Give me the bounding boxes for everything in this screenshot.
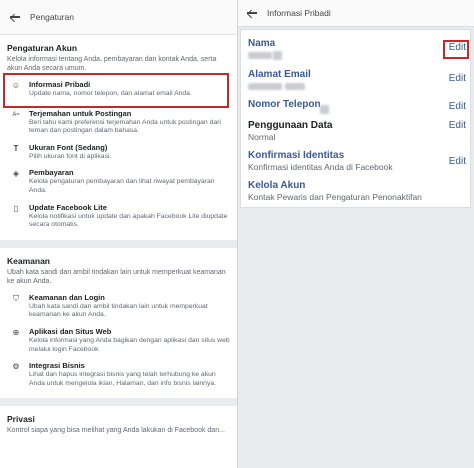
item-title: Keamanan dan Login [29,292,105,302]
field-value-redacted [248,50,470,61]
personal-info-card: Nama Edit Alamat Email Edit Nomor Telepo… [240,29,471,208]
edit-email-button[interactable]: Edit [449,73,466,84]
personal-info-title: Informasi Pribadi [267,8,331,18]
personal-info-panel: Informasi Pribadi Nama Edit Alamat Email… [238,0,474,468]
highlight-box-edit [443,40,469,59]
field-value: Normal [248,132,276,142]
field-label: Kelola Akun [248,180,306,191]
privacy-section: Privasi Kontrol siapa yang bisa melihat … [0,406,237,435]
settings-panel: Pengaturan Pengaturan Akun Kelola inform… [0,0,238,468]
settings-title: Pengaturan [30,12,74,22]
section-desc: Ubah kata sandi dan ambil tindakan lain … [7,268,226,285]
section-desc: Kontrol siapa yang bisa melihat yang And… [7,427,225,435]
field-label: Nomor Telepon [248,99,321,110]
phone-icon: ▯ [13,203,19,213]
translate-icon: A≈ [12,111,20,118]
item-title: Integrasi Bisnis [29,361,85,371]
field-email[interactable]: Alamat Email [248,69,470,91]
item-desc: Ubah kata sandi dan ambil tindakan lain … [29,302,208,319]
settings-header: Pengaturan [0,0,237,35]
edit-identity-button[interactable]: Edit [449,156,466,167]
settings-item-security-login[interactable]: ⛉ Keamanan dan Login Ubah kata sandi dan… [7,293,230,320]
highlight-box-personal-info [3,73,229,108]
field-value: Konfirmasi identitas Anda di Facebook [248,162,393,172]
settings-item-translation[interactable]: A≈ Terjemahan untuk Postingan Beri tahu … [7,109,230,136]
shield-icon: ⛉ [13,293,19,303]
settings-item-business-integrations[interactable]: ⚙ Integrasi Bisnis Lihat dan hapus integ… [7,361,230,388]
section-title: Privasi [7,414,35,425]
item-title: Update Facebook Lite [29,202,107,212]
back-arrow-icon[interactable] [9,11,21,23]
item-title: Terjemahan untuk Postingan [29,108,132,118]
item-desc: Beri tahu kami preferensi terjemahan And… [29,118,221,135]
edit-data-usage-button[interactable]: Edit [449,120,466,131]
security-section: Keamanan Ubah kata sandi dan ambil tinda… [0,248,237,407]
field-manage-account[interactable]: Kelola Akun Kontak Pewaris dan Pengatura… [248,180,470,202]
field-name[interactable]: Nama [248,38,470,61]
field-value: Kontak Pewaris dan Pengaturan Penonaktif… [248,192,422,202]
field-label: Nama [248,38,276,49]
font-size-icon: T [13,143,19,153]
section-divider [0,239,237,248]
settings-item-fb-lite-update[interactable]: ▯ Update Facebook Lite Kelola notifikasi… [7,203,230,230]
integration-icon: ⚙ [12,362,20,372]
field-data-usage[interactable]: Penggunaan Data Normal [248,120,470,142]
field-label: Konfirmasi Identitas [248,150,345,161]
edit-phone-button[interactable]: Edit [449,101,466,112]
account-settings-section: Pengaturan Akun Kelola informasi tentang… [0,35,237,248]
item-title: Pembayaran [29,168,74,178]
settings-item-font-size[interactable]: T Ukuran Font (Sedang) Pilih ukuran font… [7,143,230,162]
field-phone[interactable]: Nomor Telepon [248,99,470,110]
item-desc: Pilih ukuran font di aplikasi. [29,152,112,160]
field-label: Alamat Email [248,69,311,80]
field-label: Penggunaan Data [248,120,333,131]
item-desc: Kelola notifikasi untuk update dan apaka… [29,212,228,229]
tag-icon: ◈ [12,169,20,179]
settings-item-payment[interactable]: ◈ Pembayaran Kelola pengaturan pembayara… [7,168,230,195]
back-arrow-icon[interactable] [246,7,258,19]
item-desc: Kelola informasi yang Anda bagikan denga… [29,336,230,353]
field-value-redacted [248,81,470,91]
item-title: Aplikasi dan Situs Web [29,326,112,336]
section-divider [0,398,237,407]
field-identity-confirmation[interactable]: Konfirmasi Identitas Konfirmasi identita… [248,150,470,172]
item-desc: Kelola pengaturan pembayaran dan lihat r… [29,178,215,194]
personal-info-header: Informasi Pribadi [238,0,474,27]
item-desc: Lihat dan hapus integrasi bisnis yang te… [29,371,217,387]
field-value-redacted [319,101,329,119]
section-title: Pengaturan Akun [7,43,78,53]
item-title: Ukuran Font (Sedang) [29,142,108,152]
apps-icon: ⊕ [12,327,20,337]
section-title: Keamanan [7,255,50,266]
settings-item-apps-websites[interactable]: ⊕ Aplikasi dan Situs Web Kelola informas… [7,327,230,354]
section-desc: Kelola informasi tentang Anda, pembayara… [7,56,217,72]
